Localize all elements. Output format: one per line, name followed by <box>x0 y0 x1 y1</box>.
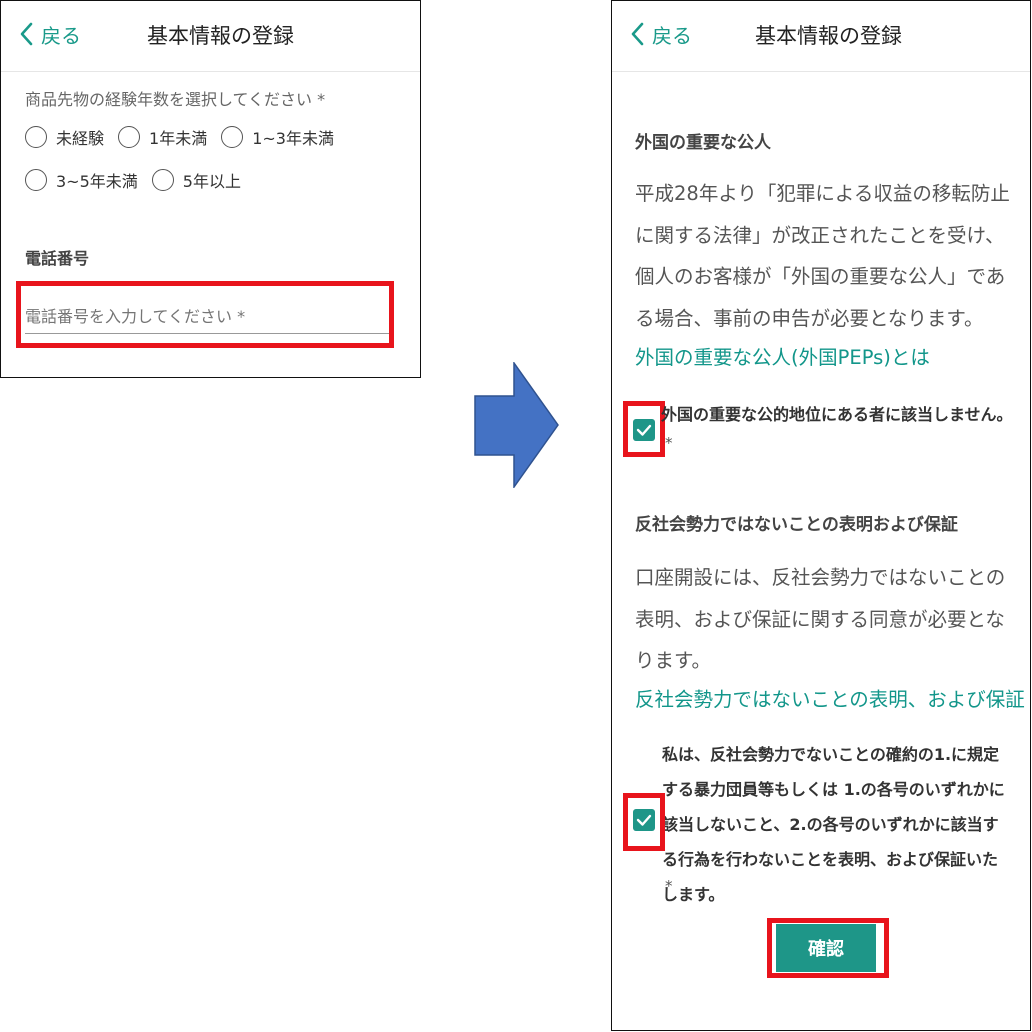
back-label: 戻る <box>41 23 81 48</box>
peps-checkbox-label: 外国の重要な公的地位にある者に該当しません。 <box>661 405 1013 424</box>
experience-question: 商品先物の経験年数を選択してください * <box>25 90 326 109</box>
right-screen: 戻る 基本情報の登録 外国の重要な公人 平成28年より「犯罪による収益の移転防止… <box>611 0 1031 1031</box>
header: 戻る 基本情報の登録 <box>612 1 1030 72</box>
antisocial-link[interactable]: 反社会勢力ではないことの表明、および保証 <box>635 683 1025 712</box>
back-button[interactable]: 戻る <box>17 19 81 49</box>
phone-section-label: 電話番号 <box>25 249 90 268</box>
radio-label: 3~5年未満 <box>56 172 138 191</box>
page-title: 基本情報の登録 <box>755 24 902 48</box>
right-arrow-icon <box>474 362 559 488</box>
back-label: 戻る <box>652 23 692 48</box>
left-screen: 戻る 基本情報の登録 商品先物の経験年数を選択してください * 未経験 1年未満… <box>0 0 421 378</box>
required-mark: * <box>665 434 673 452</box>
radio-label: 5年以上 <box>182 172 241 191</box>
radio-option[interactable]: 3~5年未満 <box>25 168 138 192</box>
radio-label: 1~3年未満 <box>252 129 334 148</box>
radio-circle-icon <box>118 126 141 148</box>
back-button[interactable]: 戻る <box>628 19 692 49</box>
radio-option[interactable]: 5年以上 <box>151 168 241 192</box>
peps-heading: 外国の重要な公人 <box>635 133 771 153</box>
radio-option[interactable]: 未経験 <box>25 125 104 149</box>
radio-label: 未経験 <box>56 129 105 148</box>
peps-body: 平成28年より「犯罪による収益の移転防止に関する法律」が改正されたことを受け、個… <box>635 182 1010 330</box>
antisocial-body: 口座開設には、反社会勢力ではないことの表明、および保証に関する同意が必要となりま… <box>635 566 1006 672</box>
highlight-box <box>623 793 665 851</box>
radio-circle-icon <box>25 169 47 191</box>
header: 戻る 基本情報の登録 <box>1 1 420 72</box>
chevron-left-icon <box>631 22 644 46</box>
peps-link[interactable]: 外国の重要な公人(外国PEPs)とは <box>635 341 930 370</box>
required-mark: * <box>665 877 673 895</box>
highlight-box <box>16 281 394 348</box>
highlight-box <box>623 401 665 457</box>
antisocial-checkbox-label: 私は、反社会勢力でないことの確約の1.に規定する暴力団員等もしくは 1.の各号の… <box>662 745 1005 904</box>
antisocial-heading: 反社会勢力ではないことの表明および保証 <box>635 515 958 535</box>
page-title: 基本情報の登録 <box>147 24 294 48</box>
radio-option[interactable]: 1年未満 <box>118 125 207 149</box>
experience-radio-group: 未経験 1年未満 1~3年未満 <box>25 125 348 149</box>
chevron-left-icon <box>20 22 33 46</box>
highlight-box <box>767 918 889 978</box>
radio-circle-icon <box>151 169 174 191</box>
radio-option[interactable]: 1~3年未満 <box>221 125 334 149</box>
radio-label: 1年未満 <box>149 129 208 148</box>
radio-circle-icon <box>221 126 244 148</box>
experience-radio-group-row2: 3~5年未満 5年以上 <box>25 168 255 192</box>
radio-circle-icon <box>25 126 47 148</box>
